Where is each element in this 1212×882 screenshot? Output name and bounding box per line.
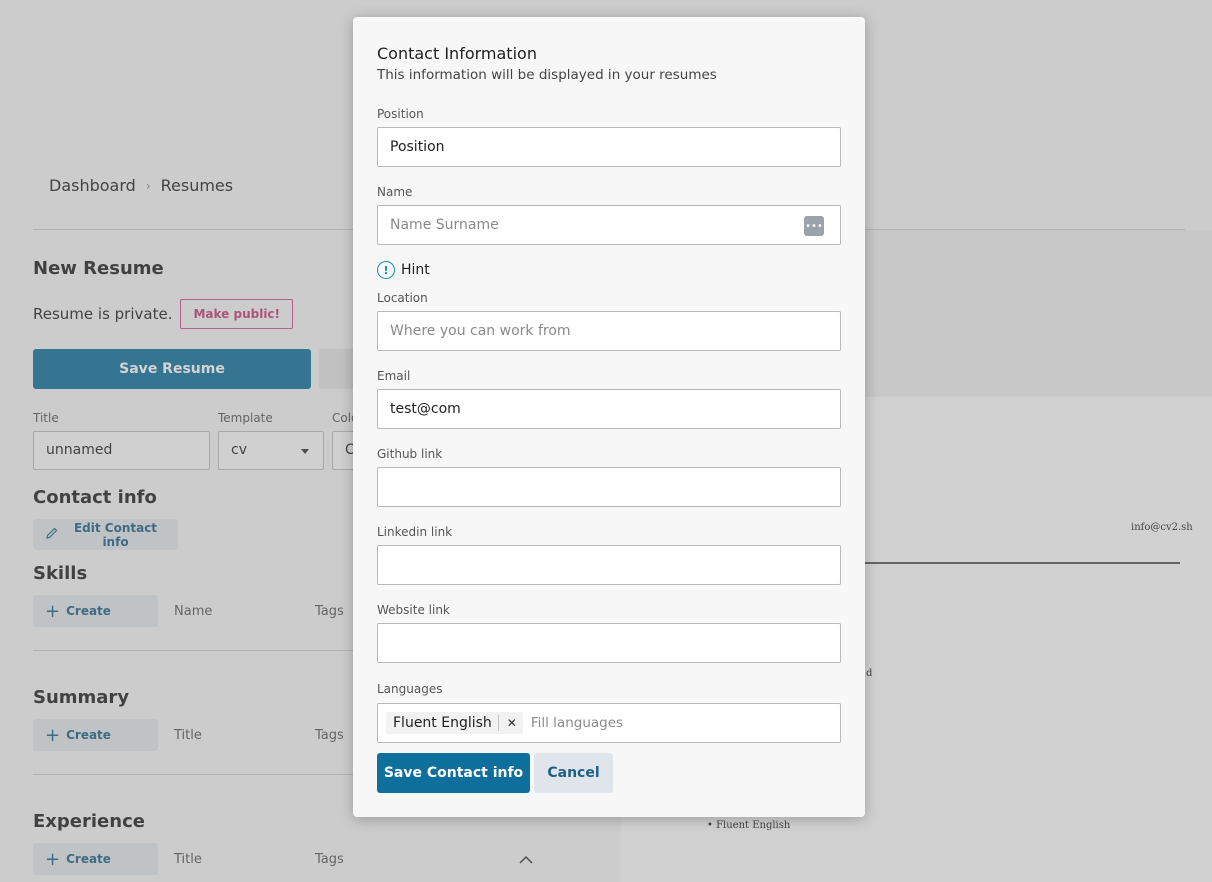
hint-label: Hint	[401, 262, 430, 278]
name-label: Name	[377, 185, 413, 199]
tag-separator	[497, 715, 499, 731]
modal-subtitle: This information will be displayed in yo…	[377, 67, 717, 83]
github-label: Github link	[377, 447, 443, 461]
linkedin-label: Linkedin link	[377, 525, 453, 539]
language-tag: Fluent English ✕	[386, 712, 523, 734]
language-tag-label: Fluent English	[393, 715, 492, 731]
info-icon: !	[377, 261, 395, 279]
github-input[interactable]	[377, 467, 841, 507]
location-label: Location	[377, 291, 428, 305]
name-input[interactable]: Name Surname •••	[377, 205, 841, 245]
save-contact-info-button[interactable]: Save Contact info	[377, 753, 530, 793]
remove-tag-icon[interactable]: ✕	[505, 716, 519, 730]
modal-title: Contact Information	[377, 44, 537, 63]
location-input[interactable]: Where you can work from	[377, 311, 841, 351]
languages-placeholder: Fill languages	[530, 715, 624, 731]
location-placeholder: Where you can work from	[390, 323, 571, 339]
cancel-button[interactable]: Cancel	[534, 753, 613, 793]
languages-label: Languages	[377, 682, 443, 696]
languages-input[interactable]: Fluent English ✕ Fill languages	[377, 703, 841, 743]
position-input[interactable]: Position	[377, 127, 841, 167]
position-label: Position	[377, 107, 424, 121]
website-label: Website link	[377, 603, 450, 617]
linkedin-input[interactable]	[377, 545, 841, 585]
contact-info-modal: Contact Information This information wil…	[353, 17, 865, 817]
password-manager-icon[interactable]: •••	[804, 216, 824, 236]
hint[interactable]: ! Hint	[377, 261, 430, 279]
name-placeholder: Name Surname	[390, 217, 499, 233]
email-label: Email	[377, 369, 411, 383]
website-input[interactable]	[377, 623, 841, 663]
email-input[interactable]: test@com	[377, 389, 841, 429]
